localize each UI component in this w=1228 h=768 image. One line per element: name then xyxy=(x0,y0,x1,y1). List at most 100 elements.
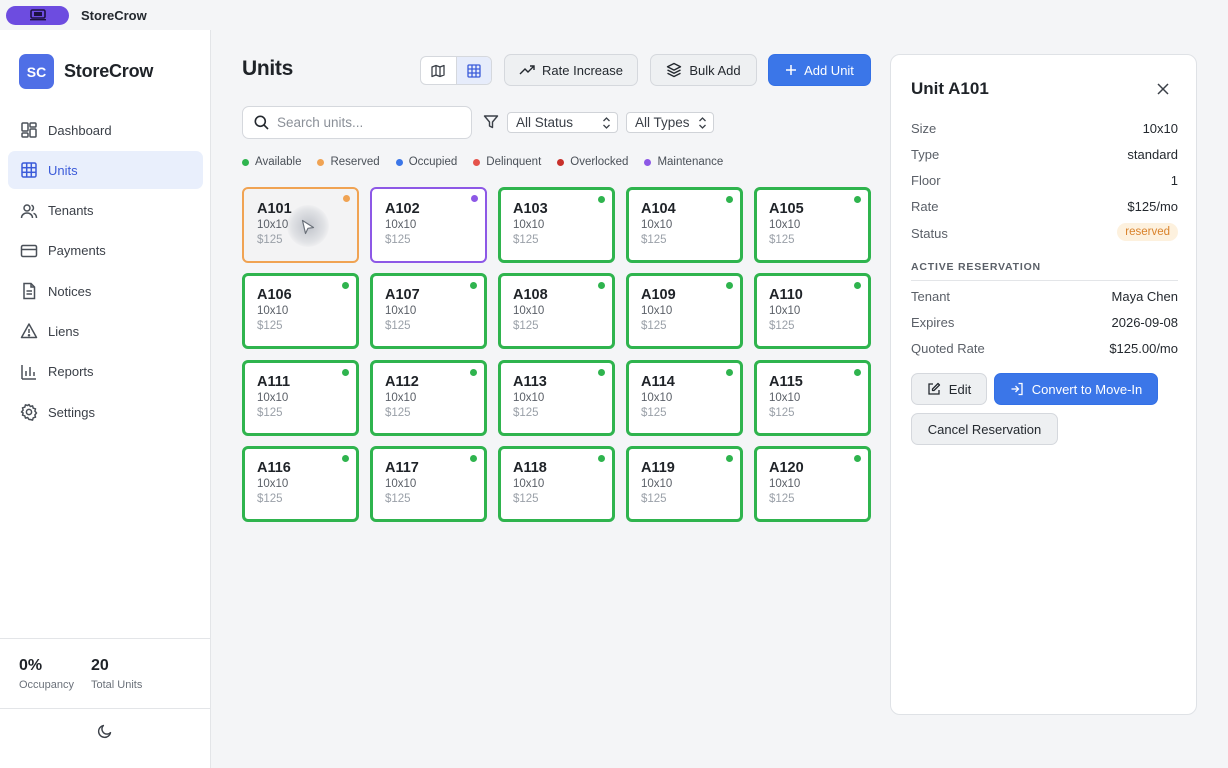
unit-card-a101[interactable]: A101 10x10 $125 xyxy=(242,187,359,263)
unit-id: A119 xyxy=(641,459,675,476)
rate-increase-button[interactable]: Rate Increase xyxy=(504,54,638,86)
unit-card-a106[interactable]: A106 10x10 $125 xyxy=(242,273,359,350)
unit-card-a113[interactable]: A113 10x10 $125 xyxy=(498,359,615,436)
sidebar-item-payments[interactable]: Payments xyxy=(8,232,203,270)
unit-rate: $125 xyxy=(641,234,667,246)
unit-size: 10x10 xyxy=(257,219,289,231)
detail-value: $125/mo xyxy=(1127,199,1178,214)
unit-size: 10x10 xyxy=(513,219,545,231)
search-input[interactable] xyxy=(277,115,457,130)
unit-status-dot xyxy=(343,195,350,202)
sidebar-item-units[interactable]: Units xyxy=(8,151,203,190)
search-box xyxy=(242,106,472,139)
convert-to-move-in-button[interactable]: Convert to Move-In xyxy=(994,373,1158,405)
legend-label: Maintenance xyxy=(657,156,724,168)
app-window-pill[interactable] xyxy=(6,5,69,25)
legend-dot xyxy=(473,158,481,166)
add-unit-button[interactable]: Add Unit xyxy=(768,54,871,86)
legend-item-reserved: Reserved xyxy=(317,156,380,168)
occupancy-stat: 0% Occupancy xyxy=(19,657,74,691)
unit-rate: $125 xyxy=(513,234,539,246)
status-filter-select[interactable]: All Status xyxy=(507,112,618,133)
detail-value: 1 xyxy=(1170,173,1178,188)
theme-toggle-button[interactable] xyxy=(96,722,114,740)
unit-card-a103[interactable]: A103 10x10 $125 xyxy=(498,187,615,263)
unit-status-dot xyxy=(471,195,478,202)
unit-card-a120[interactable]: A120 10x10 $125 xyxy=(754,445,871,522)
unit-size: 10x10 xyxy=(769,391,801,404)
unit-card-a116[interactable]: A116 10x10 $125 xyxy=(242,445,359,522)
sidebar-item-label: Dashboard xyxy=(48,122,112,138)
sidebar-item-tenants[interactable]: Tenants xyxy=(8,192,203,230)
status-legend: Available Reserved Occupied Delinquent O… xyxy=(242,156,739,168)
unit-rate: $125 xyxy=(769,492,795,505)
sidebar-item-label: Payments xyxy=(48,243,106,259)
unit-rate: $125 xyxy=(385,406,411,419)
unit-id: A116 xyxy=(257,459,291,476)
unit-card-a108[interactable]: A108 10x10 $125 xyxy=(498,273,615,350)
trending-up-icon xyxy=(519,63,535,77)
unit-status-dot xyxy=(726,454,733,462)
unit-id: A101 xyxy=(257,201,292,217)
cancel-reservation-button[interactable]: Cancel Reservation xyxy=(911,413,1058,445)
unit-size: 10x10 xyxy=(257,391,289,404)
unit-card-a112[interactable]: A112 10x10 $125 xyxy=(370,359,487,436)
unit-rate: $125 xyxy=(513,492,539,505)
unit-card-a105[interactable]: A105 10x10 $125 xyxy=(754,187,871,263)
view-mode-toggle xyxy=(420,56,492,85)
total-units-stat: 20 Total Units xyxy=(91,657,142,691)
detail-label: Rate xyxy=(911,199,939,214)
sidebar-item-label: Liens xyxy=(48,323,80,339)
unit-card-a102[interactable]: A102 10x10 $125 xyxy=(370,187,487,263)
unit-status-dot xyxy=(342,454,349,462)
chevron-up-down-icon xyxy=(602,116,611,130)
unit-card-a115[interactable]: A115 10x10 $125 xyxy=(754,359,871,436)
unit-status-dot xyxy=(598,454,605,462)
unit-card-a109[interactable]: A109 10x10 $125 xyxy=(626,273,743,350)
close-panel-button[interactable] xyxy=(1156,82,1170,96)
unit-size: 10x10 xyxy=(385,477,417,490)
edit-button[interactable]: Edit xyxy=(911,373,987,405)
unit-size: 10x10 xyxy=(257,477,289,490)
moon-icon xyxy=(97,724,112,739)
unit-rate: $125 xyxy=(769,320,795,333)
unit-card-a111[interactable]: A111 10x10 $125 xyxy=(242,359,359,436)
plus-icon xyxy=(785,64,797,76)
edit-label: Edit xyxy=(948,381,972,397)
unit-id: A120 xyxy=(769,459,804,476)
status-filter-value: All Status xyxy=(516,115,574,130)
unit-card-a117[interactable]: A117 10x10 $125 xyxy=(370,445,487,522)
unit-card-a110[interactable]: A110 10x10 $125 xyxy=(754,273,871,350)
unit-size: 10x10 xyxy=(385,219,417,231)
sidebar-item-reports[interactable]: Reports xyxy=(8,353,203,391)
grid-view-button[interactable] xyxy=(455,57,491,84)
occupancy-value: 0% xyxy=(19,657,43,674)
unit-size: 10x10 xyxy=(769,219,801,231)
unit-status-dot xyxy=(342,368,349,376)
unit-card-a104[interactable]: A104 10x10 $125 xyxy=(626,187,743,263)
bulk-add-button[interactable]: Bulk Add xyxy=(650,54,757,86)
detail-value: Maya Chen xyxy=(1111,289,1178,304)
brand[interactable]: SC StoreCrow xyxy=(19,54,153,89)
unit-id: A107 xyxy=(385,287,420,304)
window-icon xyxy=(29,9,46,21)
sidebar-item-liens[interactable]: Liens xyxy=(8,312,203,350)
users-icon xyxy=(19,201,39,221)
unit-size: 10x10 xyxy=(769,305,801,318)
map-view-button[interactable] xyxy=(421,57,456,84)
sidebar-item-settings[interactable]: Settings xyxy=(8,393,203,431)
unit-id: A102 xyxy=(385,201,420,217)
sidebar-item-notices[interactable]: Notices xyxy=(8,272,203,310)
detail-row-floor: Floor 1 xyxy=(911,173,1178,188)
sidebar-item-label: Reports xyxy=(48,364,94,380)
unit-card-a119[interactable]: A119 10x10 $125 xyxy=(626,445,743,522)
sidebar-item-label: Tenants xyxy=(48,203,94,219)
type-filter-select[interactable]: All Types xyxy=(626,112,714,133)
unit-rate: $125 xyxy=(385,492,411,505)
unit-card-a114[interactable]: A114 10x10 $125 xyxy=(626,359,743,436)
legend-dot xyxy=(557,158,565,166)
unit-card-a107[interactable]: A107 10x10 $125 xyxy=(370,273,487,350)
unit-card-a118[interactable]: A118 10x10 $125 xyxy=(498,445,615,522)
sidebar-item-dashboard[interactable]: Dashboard xyxy=(8,111,203,149)
rate-increase-label: Rate Increase xyxy=(542,62,623,78)
